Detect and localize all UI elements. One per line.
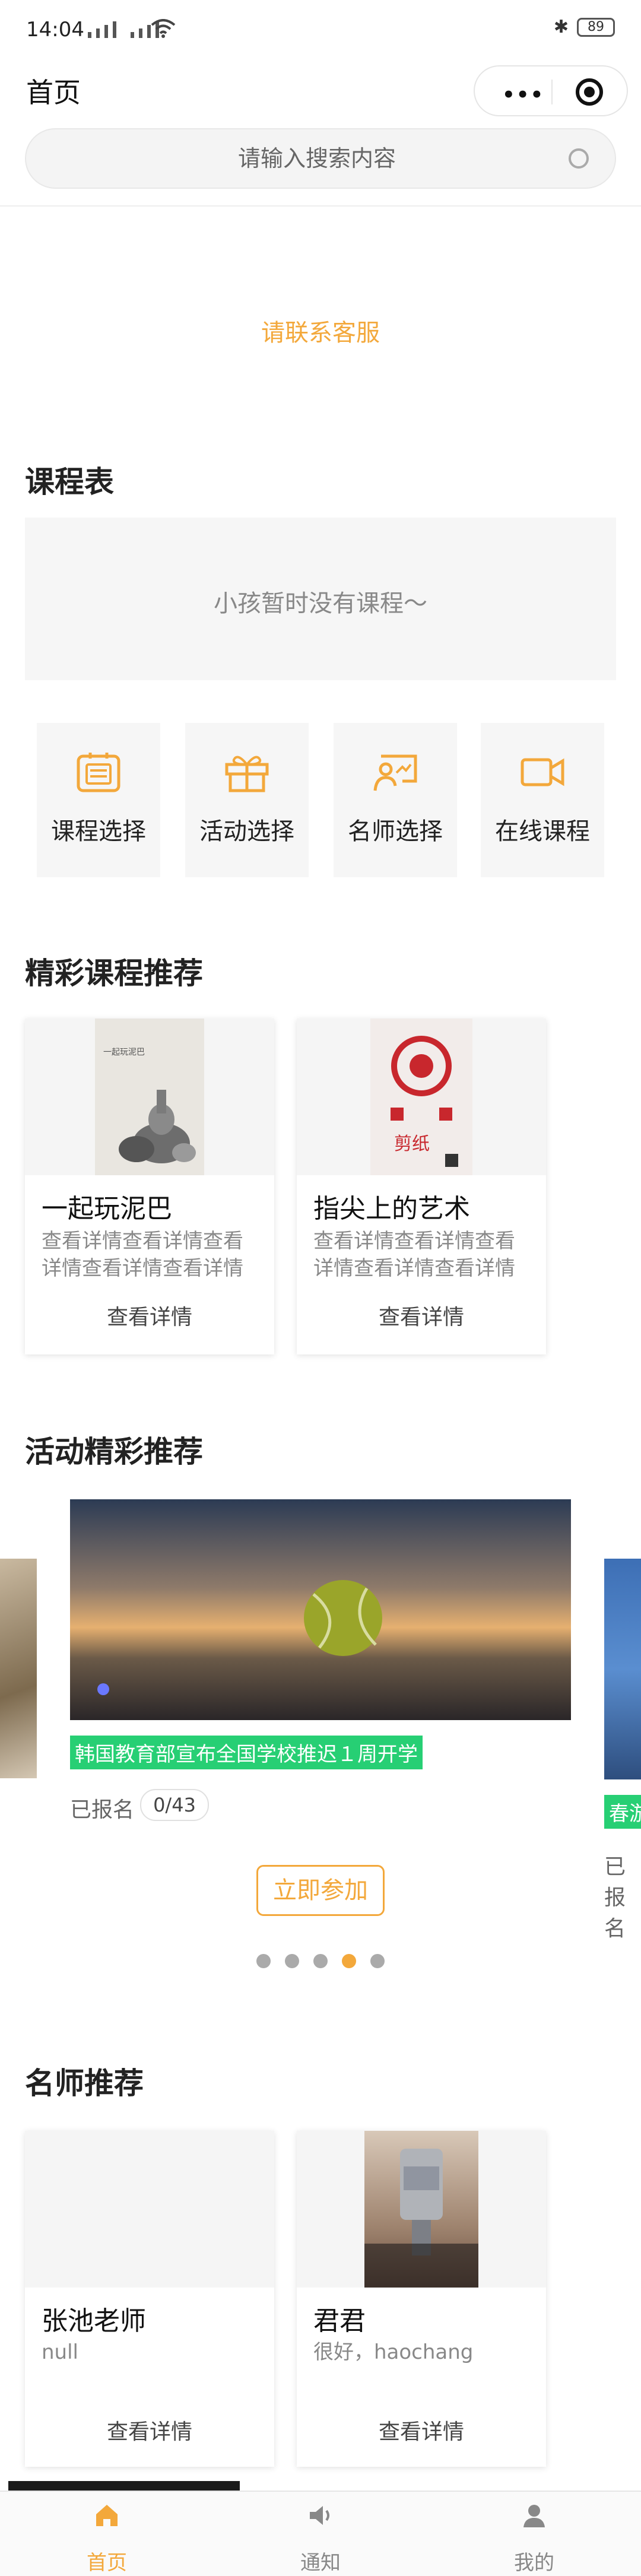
schedule-title: 课程表 [25, 465, 114, 499]
calendar-icon [77, 753, 120, 792]
teacher-board-icon [373, 754, 417, 791]
teacher-name: 君君 [313, 2306, 366, 2336]
speaker-icon [310, 2506, 329, 2525]
quick-link-online[interactable]: 在线课程 [481, 723, 604, 877]
quick-link-course[interactable]: 课程选择 [37, 723, 160, 877]
teacher-name: 张池老师 [42, 2306, 146, 2336]
bluetooth-icon: ✱ [553, 17, 569, 37]
quick-link-label: 在线课程 [495, 818, 590, 845]
teacher-photo-content [364, 2131, 478, 2288]
tab-label: 通知 [300, 2551, 341, 2575]
teacher-card[interactable]: 张池老师 null 查看详情 [25, 2131, 274, 2467]
search-icon[interactable] [569, 148, 589, 169]
home-icon [96, 2505, 118, 2526]
carousel-dot[interactable] [285, 1954, 299, 1968]
course-card[interactable]: 一起玩泥巴 一起玩泥巴 查看详情查看详情查看详情查看详情查看详情查看详情 查看详… [25, 1019, 274, 1354]
poster-title: 剪纸 [394, 1134, 430, 1154]
view-details-link[interactable]: 查看详情 [297, 1300, 546, 1331]
activities-title: 活动精彩推荐 [25, 1435, 203, 1469]
course-name: 指尖上的艺术 [313, 1194, 470, 1224]
video-camera-icon [521, 758, 564, 786]
tab-mine[interactable]: 我的 [427, 2492, 641, 2576]
search-input[interactable] [62, 129, 572, 188]
previous-activity-image[interactable] [0, 1559, 37, 1778]
quick-link-activity[interactable]: 活动选择 [185, 723, 309, 877]
pottery-poster: 一起玩泥巴 [95, 1019, 204, 1175]
tab-label: 我的 [514, 2551, 554, 2575]
tab-bar: 首页 通知 我的 [0, 2491, 641, 2576]
quick-link-label: 课程选择 [51, 818, 146, 845]
teacher-desc: 很好，haochang [313, 2340, 474, 2364]
enrolled-label: 已报名 [604, 1855, 626, 1941]
search-bar [25, 128, 616, 189]
quick-link-label: 活动选择 [199, 818, 294, 845]
view-details-link[interactable]: 查看详情 [25, 1300, 274, 1331]
device-photo [364, 2149, 478, 2288]
wifi-icon [151, 19, 176, 38]
view-details-link[interactable]: 查看详情 [25, 2415, 274, 2445]
quick-link-label: 名师选择 [348, 818, 443, 845]
courses-title: 精彩课程推荐 [25, 956, 203, 991]
course-name: 一起玩泥巴 [42, 1194, 172, 1224]
pottery-illustration [119, 1090, 196, 1163]
more-icon[interactable]: ••• [502, 83, 544, 107]
carousel-dot-active[interactable] [342, 1954, 356, 1968]
capsule-divider [551, 80, 553, 104]
enrolled-label: 已报名 [70, 1798, 135, 1822]
status-time: 14:04 [26, 18, 84, 42]
teacher-photo [297, 2131, 546, 2288]
divider [0, 205, 641, 207]
gift-icon [225, 756, 269, 792]
tab-home[interactable]: 首页 [0, 2492, 214, 2576]
view-details-link[interactable]: 查看详情 [297, 2415, 546, 2445]
course-card[interactable]: 剪纸 指尖上的艺术 查看详情查看详情查看详情查看详情查看详情查看详情 查看详情 [297, 1019, 546, 1354]
teacher-desc: null [42, 2340, 78, 2364]
carousel-dot[interactable] [256, 1954, 271, 1968]
carousel-dot[interactable] [370, 1954, 385, 1968]
tab-label: 首页 [87, 2551, 127, 2575]
carousel-dot[interactable] [313, 1954, 328, 1968]
course-desc: 查看详情查看详情查看详情查看详情查看详情查看详情 [42, 1229, 243, 1280]
close-target-icon[interactable] [576, 78, 603, 106]
paper-cut-poster: 剪纸 [370, 1019, 472, 1175]
page-title: 首页 [26, 77, 81, 109]
nav-bar: 首页 ••• [0, 59, 641, 119]
activity-image[interactable] [70, 1499, 571, 1720]
activity-title-tag: 春游 [604, 1795, 641, 1829]
next-activity-image[interactable] [604, 1559, 641, 1779]
activity-title-tag: 韩国教育部宣布全国学校推迟１周开学 [70, 1736, 423, 1769]
contact-service-link[interactable]: 请联系客服 [0, 313, 641, 348]
course-image: 一起玩泥巴 [25, 1019, 274, 1175]
mini-program-capsule: ••• [474, 65, 628, 116]
battery-icon: 89 [577, 17, 615, 37]
teacher-card[interactable]: 君君 很好，haochang 查看详情 [297, 2131, 546, 2467]
user-icon [523, 2505, 545, 2527]
tab-notifications[interactable]: 通知 [214, 2492, 427, 2576]
teacher-photo [25, 2131, 274, 2288]
course-desc: 查看详情查看详情查看详情查看详情查看详情查看详情 [313, 1229, 515, 1280]
course-image: 剪纸 [297, 1019, 546, 1175]
signal-icon [88, 21, 159, 38]
quick-link-teacher[interactable]: 名师选择 [334, 723, 457, 877]
teachers-title: 名师推荐 [25, 2066, 144, 2101]
schedule-panel: 小孩暂时没有课程～ [25, 518, 616, 680]
status-bar: 14:04 ✱ 89 [0, 0, 641, 59]
enrolled-count: 0/43 [140, 1789, 209, 1821]
join-now-button[interactable]: 立即参加 [256, 1865, 385, 1916]
schedule-empty-text: 小孩暂时没有课程～ [214, 590, 427, 617]
tennis-ball-photo [97, 1580, 382, 1695]
next-card-peek [8, 2481, 240, 2491]
